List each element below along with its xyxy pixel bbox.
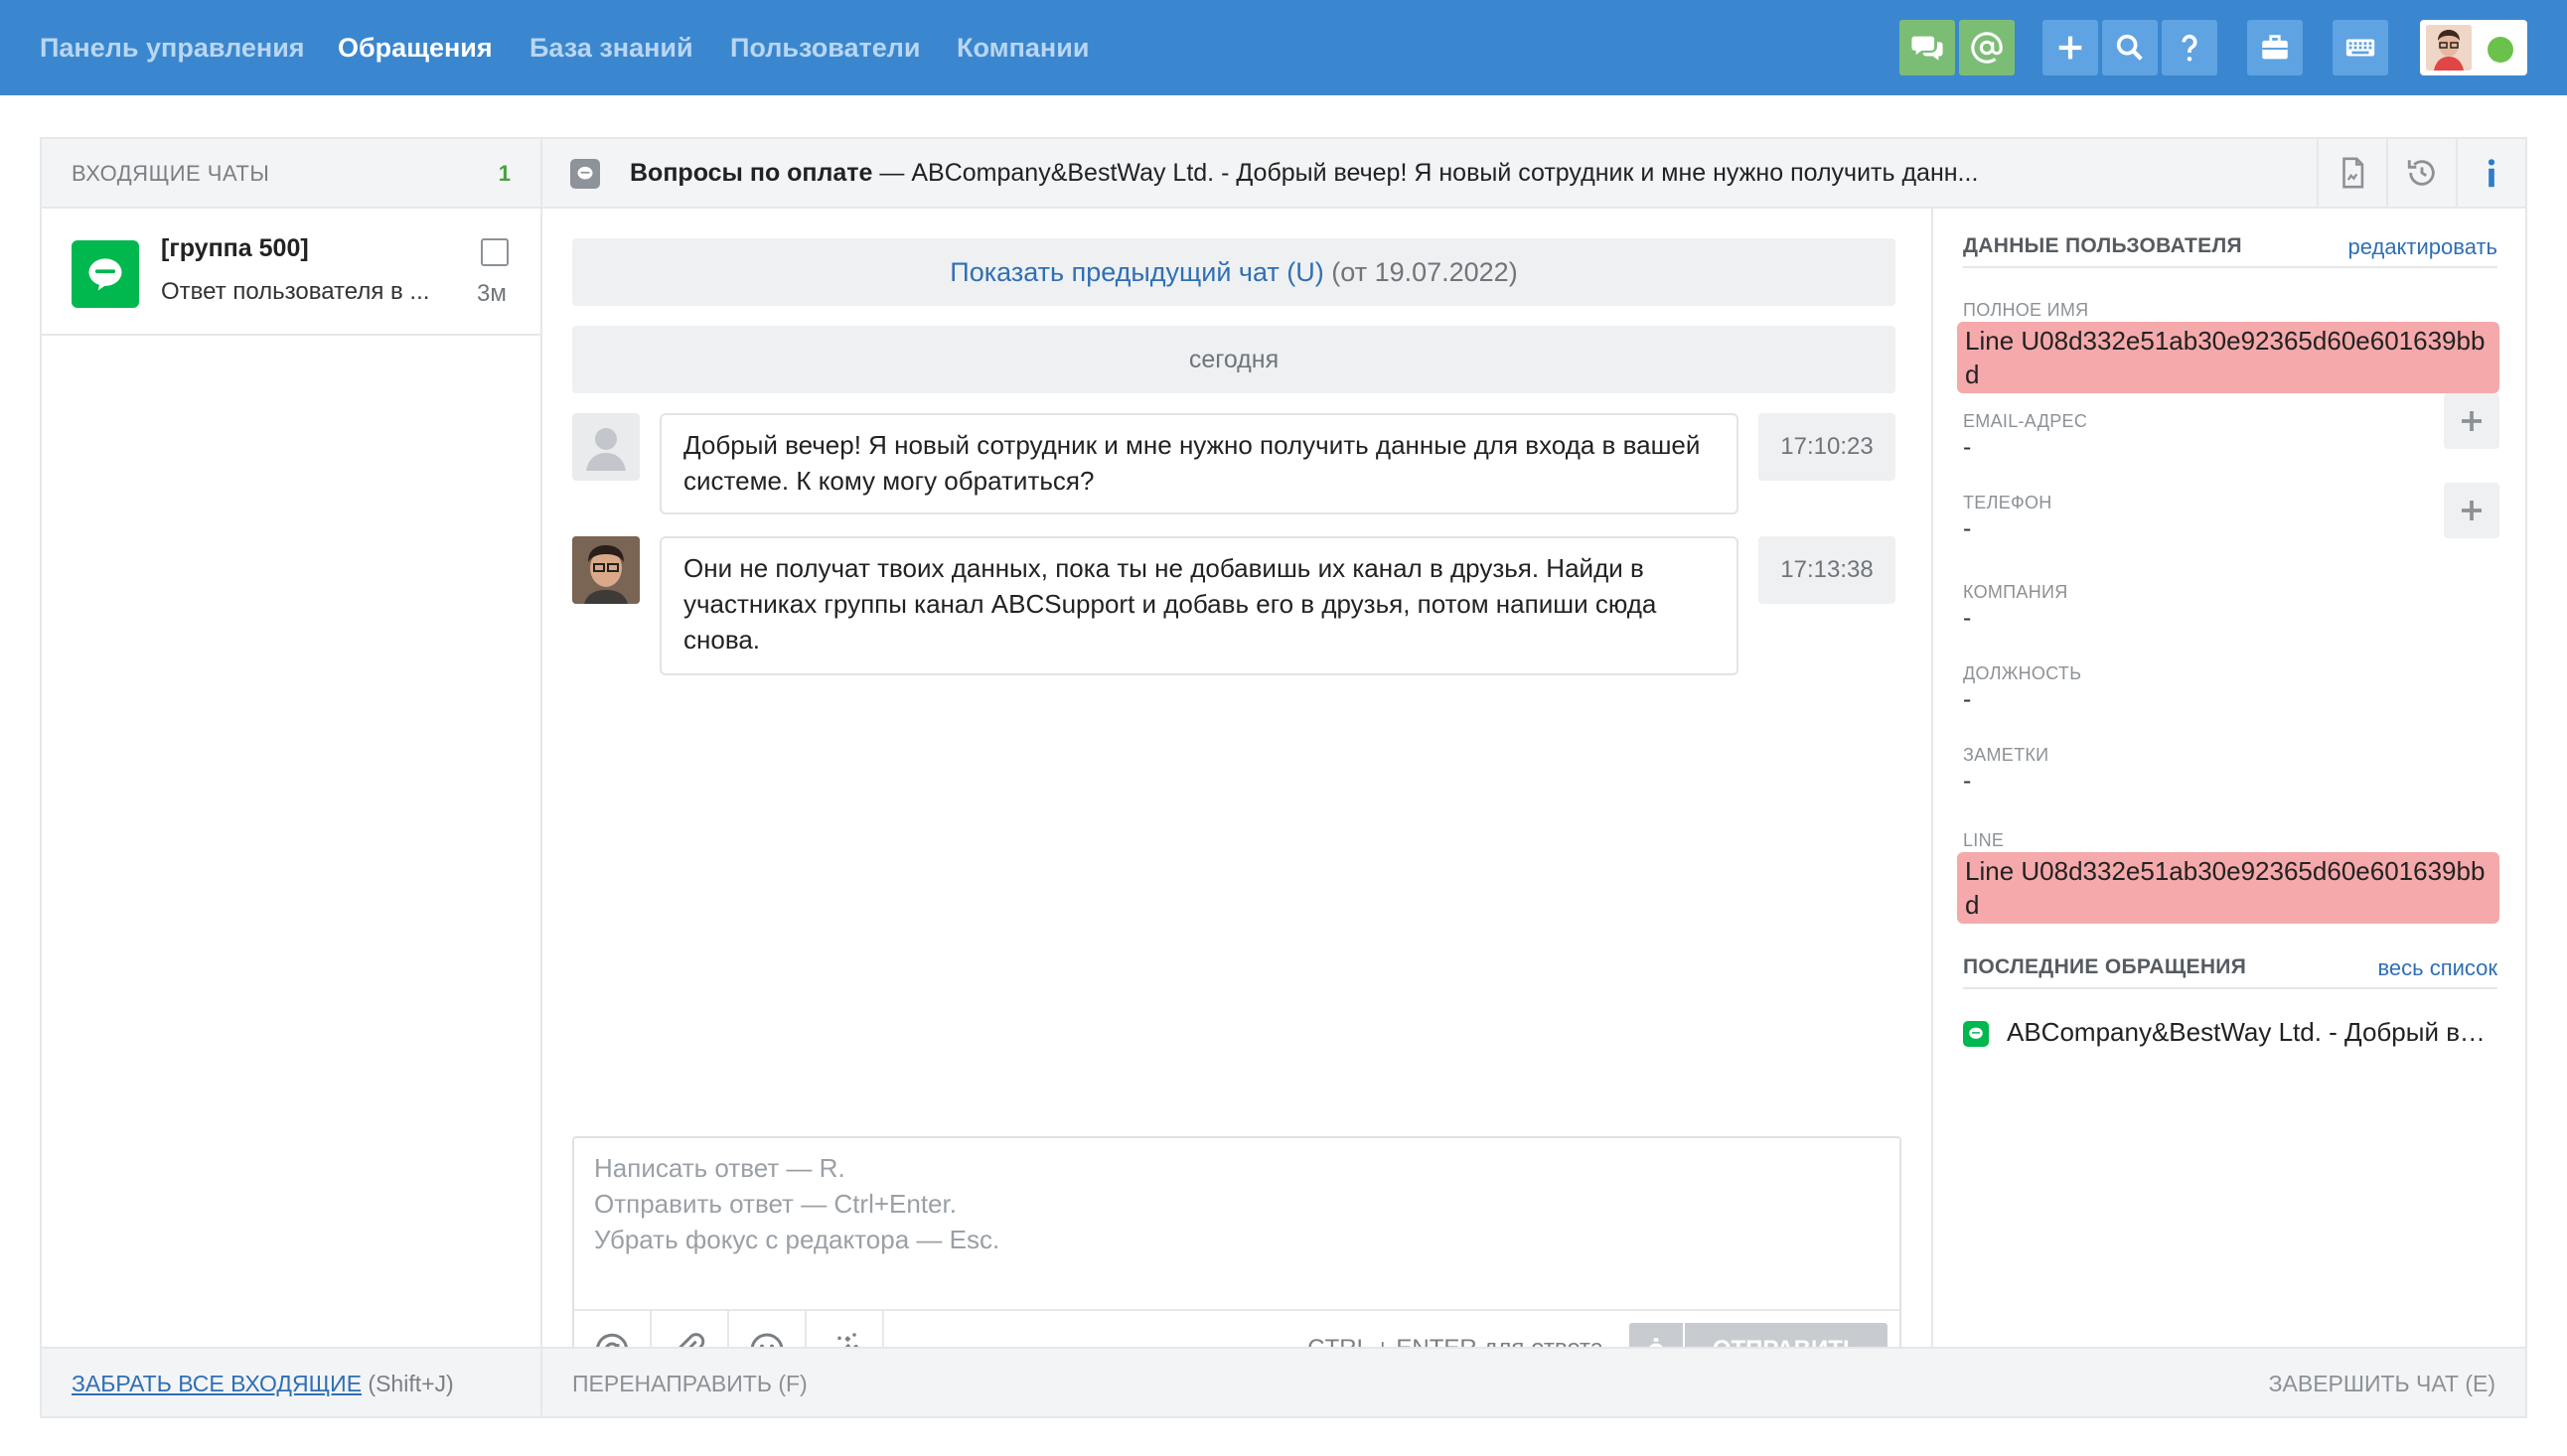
- take-all-incoming-button[interactable]: ЗАБРАТЬ ВСЕ ВХОДЯЩИЕ (Shift+J): [72, 1371, 454, 1397]
- plus-icon: [2058, 36, 2082, 60]
- all-tickets-link[interactable]: весь список: [2377, 955, 2497, 981]
- plus-icon: [2462, 501, 2482, 520]
- line-id-value: Line U08d332e51ab30e92365d60e601639bbd: [1957, 852, 2499, 924]
- nav-users[interactable]: Пользователи: [730, 0, 920, 95]
- current-user-menu[interactable]: [2420, 20, 2527, 75]
- user-avatar: [2426, 25, 2472, 71]
- search-button[interactable]: [2102, 20, 2158, 75]
- chats-button[interactable]: [1899, 20, 1955, 75]
- incoming-chats-count: 1: [498, 161, 511, 186]
- search-icon: [2116, 34, 2143, 61]
- placeholder-line: Отправить ответ — Ctrl+Enter.: [594, 1189, 957, 1219]
- conversation-subject-title: Вопросы по оплате: [630, 159, 873, 187]
- full-name-label: ПОЛНОЕ ИМЯ: [1963, 300, 2089, 320]
- top-navigation-bar: Панель управления Обращения База знаний …: [0, 0, 2567, 95]
- company-value: -: [1963, 604, 1972, 632]
- info-icon: [2488, 159, 2495, 188]
- line-app-icon: [72, 240, 139, 308]
- recent-ticket-title: ABCompany&BestWay Ltd. - Добрый вечер! Я…: [2007, 1017, 2497, 1047]
- incoming-chat-item[interactable]: [группа 500] Ответ пользователя в ... 3м: [42, 209, 540, 336]
- keyboard-icon: [2345, 39, 2375, 57]
- previous-chat-date: (от 19.07.2022): [1323, 257, 1518, 287]
- placeholder-line: Убрать фокус с редактора — Esc.: [594, 1225, 1000, 1254]
- history-icon: [2407, 160, 2435, 186]
- take-all-hotkey: (Shift+J): [362, 1371, 454, 1396]
- day-separator: сегодня: [572, 326, 1895, 393]
- message-list: Показать предыдущий чат (U) (от 19.07.20…: [542, 209, 1931, 1390]
- phone-label: ТЕЛЕФОН: [1963, 493, 2052, 512]
- help-button[interactable]: [2162, 20, 2217, 75]
- message-bubble: Они не получат твоих данных, пока ты не …: [660, 536, 1738, 675]
- nav-tickets[interactable]: Обращения: [338, 0, 493, 95]
- conversation-subject: Вопросы по оплате — ABCompany&BestWay Lt…: [630, 159, 2060, 188]
- client-avatar: [572, 413, 640, 481]
- recent-tickets-section-header: ПОСЛЕДНИЕ ОБРАЩЕНИЯ весь список: [1963, 949, 2497, 989]
- briefcase-button[interactable]: [2247, 20, 2303, 75]
- nav-knowledge-base[interactable]: База знаний: [529, 0, 693, 95]
- message-timestamp: 17:13:38: [1758, 536, 1895, 604]
- export-document-button[interactable]: [2317, 139, 2386, 207]
- document-icon: [2342, 157, 2364, 189]
- keyboard-shortcuts-button[interactable]: [2333, 20, 2388, 75]
- notes-value: -: [1963, 767, 1972, 795]
- add-phone-button[interactable]: [2444, 483, 2499, 538]
- email-label: EMAIL-АДРЕС: [1963, 411, 2088, 431]
- chat-bubbles-icon: [1911, 36, 1943, 61]
- info-button[interactable]: [2456, 139, 2525, 207]
- conversation-footer: ПЕРЕНАПРАВИТЬ (F) ЗАВЕРШИТЬ ЧАТ (E): [542, 1347, 2525, 1416]
- chat-preview-text: Ответ пользователя в ...: [161, 278, 430, 305]
- create-button[interactable]: [2042, 20, 2098, 75]
- briefcase-icon: [2262, 35, 2288, 60]
- agent-avatar: [572, 536, 640, 604]
- user-data-title: ДАННЫЕ ПОЛЬЗОВАТЕЛЯ: [1963, 234, 2242, 257]
- conversation-subject-preview: — ABCompany&BestWay Ltd. - Добрый вечер!…: [872, 159, 1979, 187]
- message-bubble: Добрый вечер! Я новый сотрудник и мне ну…: [660, 413, 1738, 514]
- position-value: -: [1963, 685, 1972, 713]
- incoming-chats-panel: ВХОДЯЩИЕ ЧАТЫ 1 [группа 500] Ответ польз…: [42, 139, 542, 1416]
- add-email-button[interactable]: [2444, 393, 2499, 449]
- notes-label: ЗАМЕТКИ: [1963, 745, 2049, 765]
- line-label: LINE: [1963, 830, 2005, 850]
- mentions-button[interactable]: [1959, 20, 2015, 75]
- full-name-value: Line U08d332e51ab30e92365d60e601639bbd: [1957, 322, 2499, 393]
- help-icon: [2182, 34, 2197, 62]
- user-info-panel: ДАННЫЕ ПОЛЬЗОВАТЕЛЯ редактировать ПОЛНОЕ…: [1931, 209, 2525, 1347]
- chat-group-name: [группа 500]: [161, 234, 309, 262]
- incoming-chats-footer: ЗАБРАТЬ ВСЕ ВХОДЯЩИЕ (Shift+J): [42, 1347, 540, 1416]
- channel-icon: [570, 159, 600, 189]
- online-status-indicator: [2488, 37, 2513, 63]
- line-app-icon: [1963, 1021, 1989, 1047]
- plus-icon: [2462, 411, 2482, 431]
- incoming-chats-title: ВХОДЯЩИЕ ЧАТЫ: [72, 161, 270, 186]
- workspace: ВХОДЯЩИЕ ЧАТЫ 1 [группа 500] Ответ польз…: [40, 137, 2527, 1418]
- chat-select-checkbox[interactable]: [481, 238, 509, 266]
- chat-wait-time: 3м: [477, 280, 507, 307]
- phone-value: -: [1963, 514, 1972, 542]
- user-data-section-header: ДАННЫЕ ПОЛЬЗОВАТЕЛЯ редактировать: [1963, 228, 2497, 268]
- nav-companies[interactable]: Компании: [957, 0, 1089, 95]
- conversation-panel: Вопросы по оплате — ABCompany&BestWay Lt…: [542, 139, 2525, 1416]
- conversation-header: Вопросы по оплате — ABCompany&BestWay Lt…: [542, 139, 2525, 209]
- recent-tickets-title: ПОСЛЕДНИЕ ОБРАЩЕНИЯ: [1963, 955, 2247, 978]
- edit-user-link[interactable]: редактировать: [2348, 234, 2498, 260]
- take-all-label: ЗАБРАТЬ ВСЕ ВХОДЯЩИЕ: [72, 1371, 363, 1396]
- at-sign-icon: [1971, 32, 2003, 64]
- forward-button[interactable]: ПЕРЕНАПРАВИТЬ (F): [572, 1371, 808, 1397]
- message-timestamp: 17:10:23: [1758, 413, 1895, 481]
- recent-ticket-item[interactable]: ABCompany&BestWay Ltd. - Добрый вечер! Я…: [1963, 1013, 2499, 1053]
- placeholder-line: Написать ответ — R.: [594, 1153, 845, 1183]
- company-label: КОМПАНИЯ: [1963, 582, 2068, 602]
- show-previous-chat-link[interactable]: Показать предыдущий чат (U): [950, 257, 1323, 287]
- reply-editor-placeholder[interactable]: Написать ответ — R. Отправить ответ — Ct…: [594, 1150, 999, 1257]
- previous-chat-bar: Показать предыдущий чат (U) (от 19.07.20…: [572, 238, 1895, 306]
- incoming-chats-header: ВХОДЯЩИЕ ЧАТЫ 1: [42, 139, 540, 209]
- history-button[interactable]: [2386, 139, 2456, 207]
- end-chat-button[interactable]: ЗАВЕРШИТЬ ЧАТ (E): [2269, 1371, 2495, 1397]
- position-label: ДОЛЖНОСТЬ: [1963, 663, 2082, 683]
- email-value: -: [1963, 433, 1972, 461]
- nav-dashboard[interactable]: Панель управления: [40, 0, 305, 95]
